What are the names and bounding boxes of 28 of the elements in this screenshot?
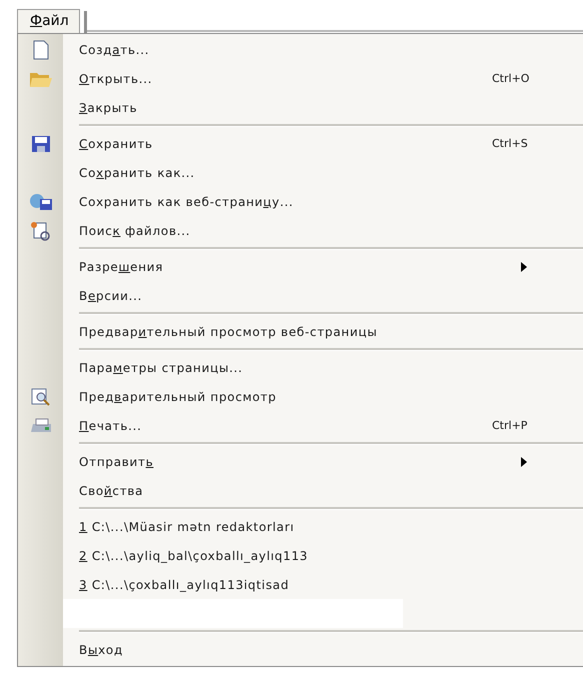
menu-item[interactable]: Предварительный просмотр bbox=[79, 390, 583, 404]
menu-item[interactable]: 2 C:\...\ayliq_bal\çoxballı_aylıq113 bbox=[79, 548, 583, 562]
shortcut-text: Ctrl+O bbox=[492, 72, 530, 85]
shortcut-text: Ctrl+S bbox=[492, 137, 529, 150]
menu-item[interactable]: Пара метры страницы... bbox=[79, 360, 583, 374]
globe-floppy-icon bbox=[28, 192, 52, 210]
menu-item[interactable]: Предварительный просмотр веб-страницы bbox=[79, 324, 583, 338]
menu-item[interactable]: Сохранить как... bbox=[79, 166, 583, 180]
printer-icon bbox=[28, 416, 52, 434]
menu-item[interactable]: 3 C:\...\çoxballı_aylıq113iqtisad bbox=[79, 578, 583, 592]
shortcut-text: Ctrl+P bbox=[492, 419, 528, 432]
menu-bar-item[interactable]: Файл bbox=[17, 9, 80, 33]
menu-item[interactable]: В ыход bbox=[79, 642, 583, 656]
document-icon bbox=[32, 40, 50, 60]
menu-item[interactable]: Отправить bbox=[79, 454, 583, 468]
menu-item[interactable]: П ечать... bbox=[79, 418, 492, 432]
menu-item[interactable]: Сво йства bbox=[79, 484, 583, 498]
menu-item[interactable]: 1 C:\...\Müasir mətn redaktorları bbox=[79, 520, 583, 534]
menu-item[interactable]: Открыть... bbox=[79, 72, 492, 86]
menu-item[interactable]: Создать... bbox=[79, 42, 583, 56]
menu-item[interactable]: Сохранить bbox=[79, 136, 492, 150]
menu-item[interactable]: Версии... bbox=[79, 288, 583, 302]
menu-item[interactable]: Сохранить как веб-страни цу... bbox=[79, 194, 583, 208]
menu-item[interactable]: Закрыть bbox=[79, 100, 583, 114]
menu-item[interactable]: Разрешения bbox=[79, 260, 583, 274]
menu-item[interactable]: Поиск файлов... bbox=[79, 224, 583, 238]
file-search-icon bbox=[30, 220, 52, 240]
page-magnifier-icon bbox=[30, 386, 52, 406]
